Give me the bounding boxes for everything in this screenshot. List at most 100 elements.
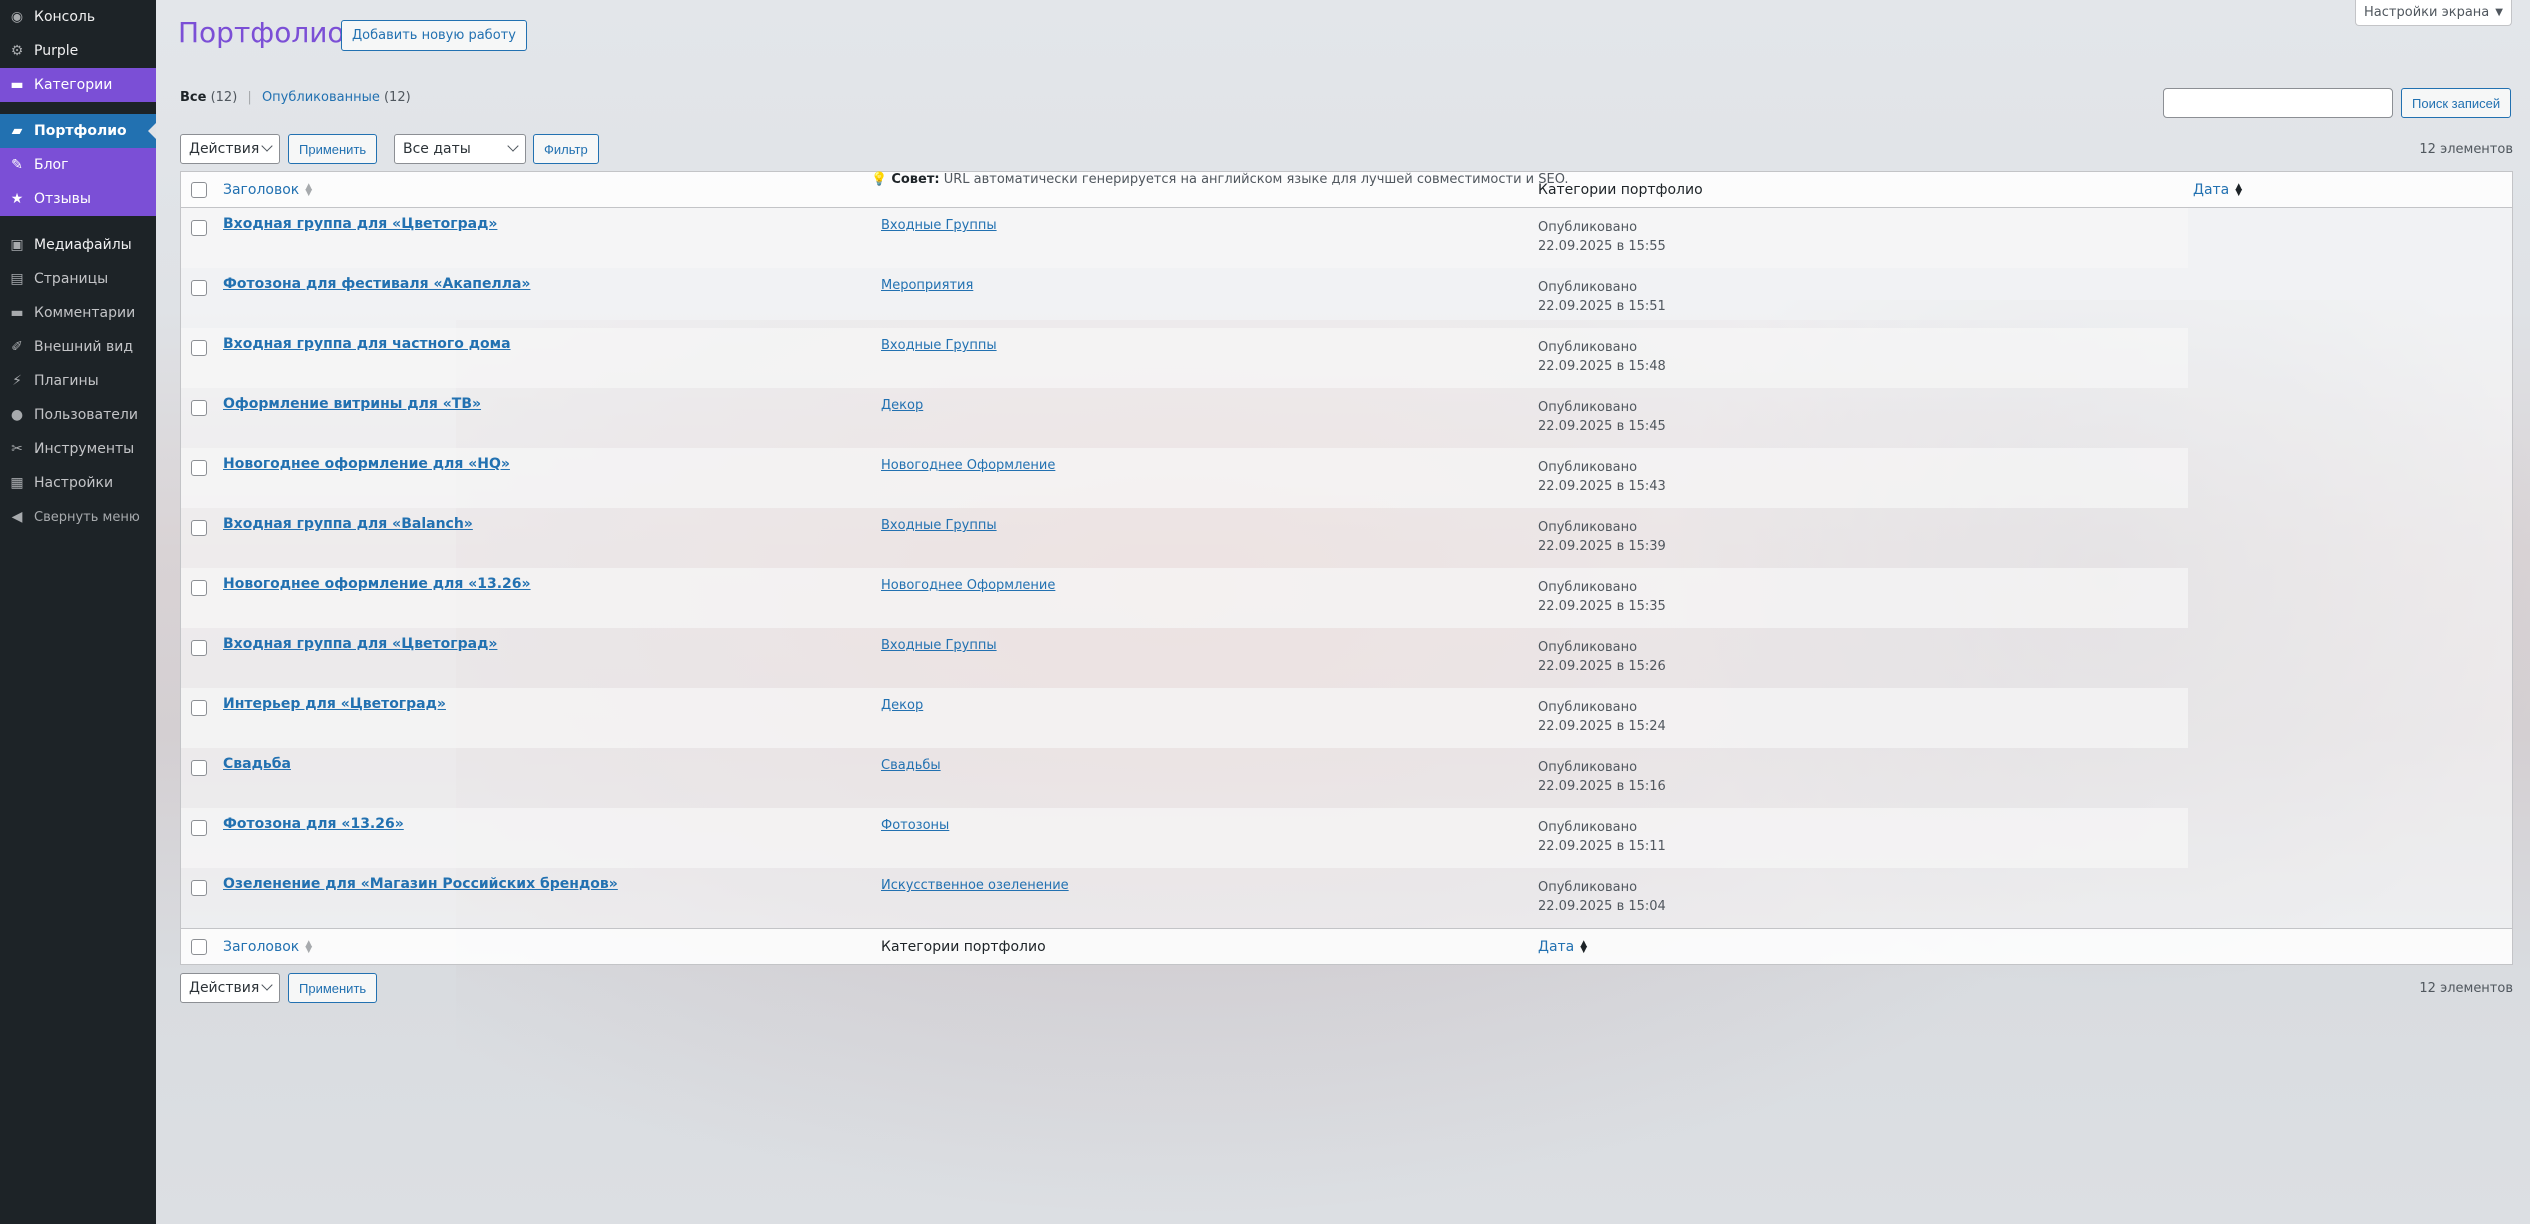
sidebar-item-9[interactable]: ✐ Внешний вид [0,330,156,364]
row-checkbox[interactable] [191,460,207,476]
sidebar-item-label: Плагины [34,373,99,389]
sort-icon: ▲ ▼ [305,182,313,198]
row-checkbox[interactable] [191,340,207,356]
row-date: Опубликовано 22.09.2025 в 15:16 [1538,758,1666,796]
filter-published[interactable]: Опубликованные [262,90,380,105]
row-date: Опубликовано 22.09.2025 в 15:45 [1538,398,1666,436]
row-category-link[interactable]: Новогоднее Оформление [881,458,1055,473]
apply-button[interactable]: Применить [288,134,378,164]
row-datetime: 22.09.2025 в 15:39 [1538,539,1666,554]
sidebar-item-11[interactable]: ● Пользователи [0,398,156,432]
row-title-link[interactable]: Новогоднее оформление для «HQ» [223,456,510,472]
row-datetime: 22.09.2025 в 15:55 [1538,239,1666,254]
sidebar-item-5[interactable]: ★ Отзывы [0,182,156,216]
select-all-checkbox[interactable] [191,182,207,198]
page-icon: ▤ [10,271,24,287]
comment-icon: ▬ [10,305,24,321]
sidebar-item-label: Свернуть меню [34,509,140,525]
table-row: Новогоднее оформление для «13.26» Новогод… [181,568,2512,628]
row-status: Опубликовано [1538,460,1638,475]
row-title-link[interactable]: Входная группа для «Balanch» [223,516,473,532]
row-category-link[interactable]: Свадьбы [881,758,941,773]
row-title-link[interactable]: Озеленение для «Магазин Российских бренд… [223,876,618,892]
row-checkbox[interactable] [191,820,207,836]
filter-button[interactable]: Фильтр [533,134,599,164]
apply-button-bottom[interactable]: Применить [288,973,378,1003]
row-title-link[interactable]: Интерьер для «Цветоград» [223,696,446,712]
sidebar-item-3[interactable]: ▰ Портфолио [0,114,156,148]
row-title-link[interactable]: Входная группа для частного дома [223,336,511,352]
sidebar-item-8[interactable]: ▬ Комментарии [0,296,156,330]
filter-all[interactable]: Все [180,90,206,105]
row-category-link[interactable]: Мероприятия [881,278,973,293]
row-date: Опубликовано 22.09.2025 в 15:55 [1538,218,1666,256]
search-input[interactable] [2163,88,2393,118]
table-body: Входная группа для «Цветоград» Входные Гр… [181,208,2512,928]
user-icon: ● [10,407,24,423]
row-status: Опубликовано [1538,880,1638,895]
row-checkbox[interactable] [191,220,207,236]
row-category-link[interactable]: Декор [881,398,923,413]
date-filter-select[interactable]: Все даты [394,134,526,164]
sidebar-item-12[interactable]: ✂ Инструменты [0,432,156,466]
row-category-link[interactable]: Входные Группы [881,638,997,653]
sidebar-item-10[interactable]: ⚡ Плагины [0,364,156,398]
edit-icon: ✎ [11,157,23,173]
row-checkbox[interactable] [191,400,207,416]
row-category-link[interactable]: Входные Группы [881,518,997,533]
sidebar-item-0[interactable]: ◉ Консоль [0,0,156,34]
row-checkbox[interactable] [191,520,207,536]
bulk-actions-select[interactable]: Действия [180,134,280,164]
sort-icon: ▲ ▼ [2235,182,2243,198]
star-icon: ★ [10,191,24,207]
row-checkbox[interactable] [191,280,207,296]
row-category-link[interactable]: Декор [881,698,923,713]
row-datetime: 22.09.2025 в 15:24 [1538,719,1666,734]
sidebar-item-14[interactable]: ◀ Свернуть меню [0,500,156,534]
tablenav-bottom: Действия Применить 12 элементов [180,973,2513,1003]
row-category-link[interactable]: Новогоднее Оформление [881,578,1055,593]
sidebar-item-1[interactable]: ⚙ Purple [0,34,156,68]
table-row: Свадьба Свадьбы Опубликовано 22.09.2025 в 1… [181,748,2512,808]
sidebar-item-2[interactable]: ▬ Категории [0,68,156,102]
screen-options-button[interactable]: Настройки экрана ▼ [2355,0,2512,26]
sidebar-item-7[interactable]: ▤ Страницы [0,262,156,296]
row-checkbox[interactable] [191,880,207,896]
bulk-actions-select-bottom[interactable]: Действия [180,973,280,1003]
row-datetime: 22.09.2025 в 15:45 [1538,419,1666,434]
column-date[interactable]: Дата ▲ ▼ [2193,172,2242,208]
sidebar-item-6[interactable]: ▣ Медиафайлы [0,228,156,262]
row-title-link[interactable]: Фотозона для фестиваля «Акапелла» [223,276,530,292]
row-date: Опубликовано 22.09.2025 в 15:26 [1538,638,1666,676]
column-title-footer[interactable]: Заголовок ▲ ▼ [223,929,312,965]
table-row: Озеленение для «Магазин Российских бренд… [181,868,2512,928]
row-title-link[interactable]: Новогоднее оформление для «13.26» [223,576,531,592]
column-date-footer[interactable]: Дата ▲ ▼ [1538,929,1587,965]
row-status: Опубликовано [1538,700,1638,715]
row-title-link[interactable]: Оформление витрины для «ТВ» [223,396,481,412]
row-checkbox[interactable] [191,760,207,776]
search-button[interactable]: Поиск записей [2401,88,2512,118]
sidebar-item-13[interactable]: ▦ Настройки [0,466,156,500]
row-title-link[interactable]: Фотозона для «13.26» [223,816,404,832]
table-row: Фотозона для «13.26» Фотозоны Опубликовано… [181,808,2512,868]
add-new-button[interactable]: Добавить новую работу [341,20,527,51]
row-status: Опубликовано [1538,520,1638,535]
row-title-link[interactable]: Свадьба [223,756,291,772]
row-checkbox[interactable] [191,640,207,656]
items-count-bottom: 12 элементов [2419,981,2513,996]
row-title-link[interactable]: Входная группа для «Цветоград» [223,636,497,652]
row-category-link[interactable]: Фотозоны [881,818,949,833]
sidebar-item-4[interactable]: ✎ Блог [0,148,156,182]
row-category-link[interactable]: Входные Группы [881,218,997,233]
row-category-link[interactable]: Искусственное озеленение [881,878,1069,893]
page-title: Портфолио [178,16,345,49]
row-checkbox[interactable] [191,580,207,596]
select-all-checkbox-footer[interactable] [191,939,207,955]
sidebar-item-label: Настройки [34,475,114,491]
row-category-link[interactable]: Входные Группы [881,338,997,353]
column-title[interactable]: Заголовок ▲ ▼ [223,172,312,208]
table-row: Входная группа для частного дома Входные … [181,328,2512,388]
row-checkbox[interactable] [191,700,207,716]
row-title-link[interactable]: Входная группа для «Цветоград» [223,216,497,232]
